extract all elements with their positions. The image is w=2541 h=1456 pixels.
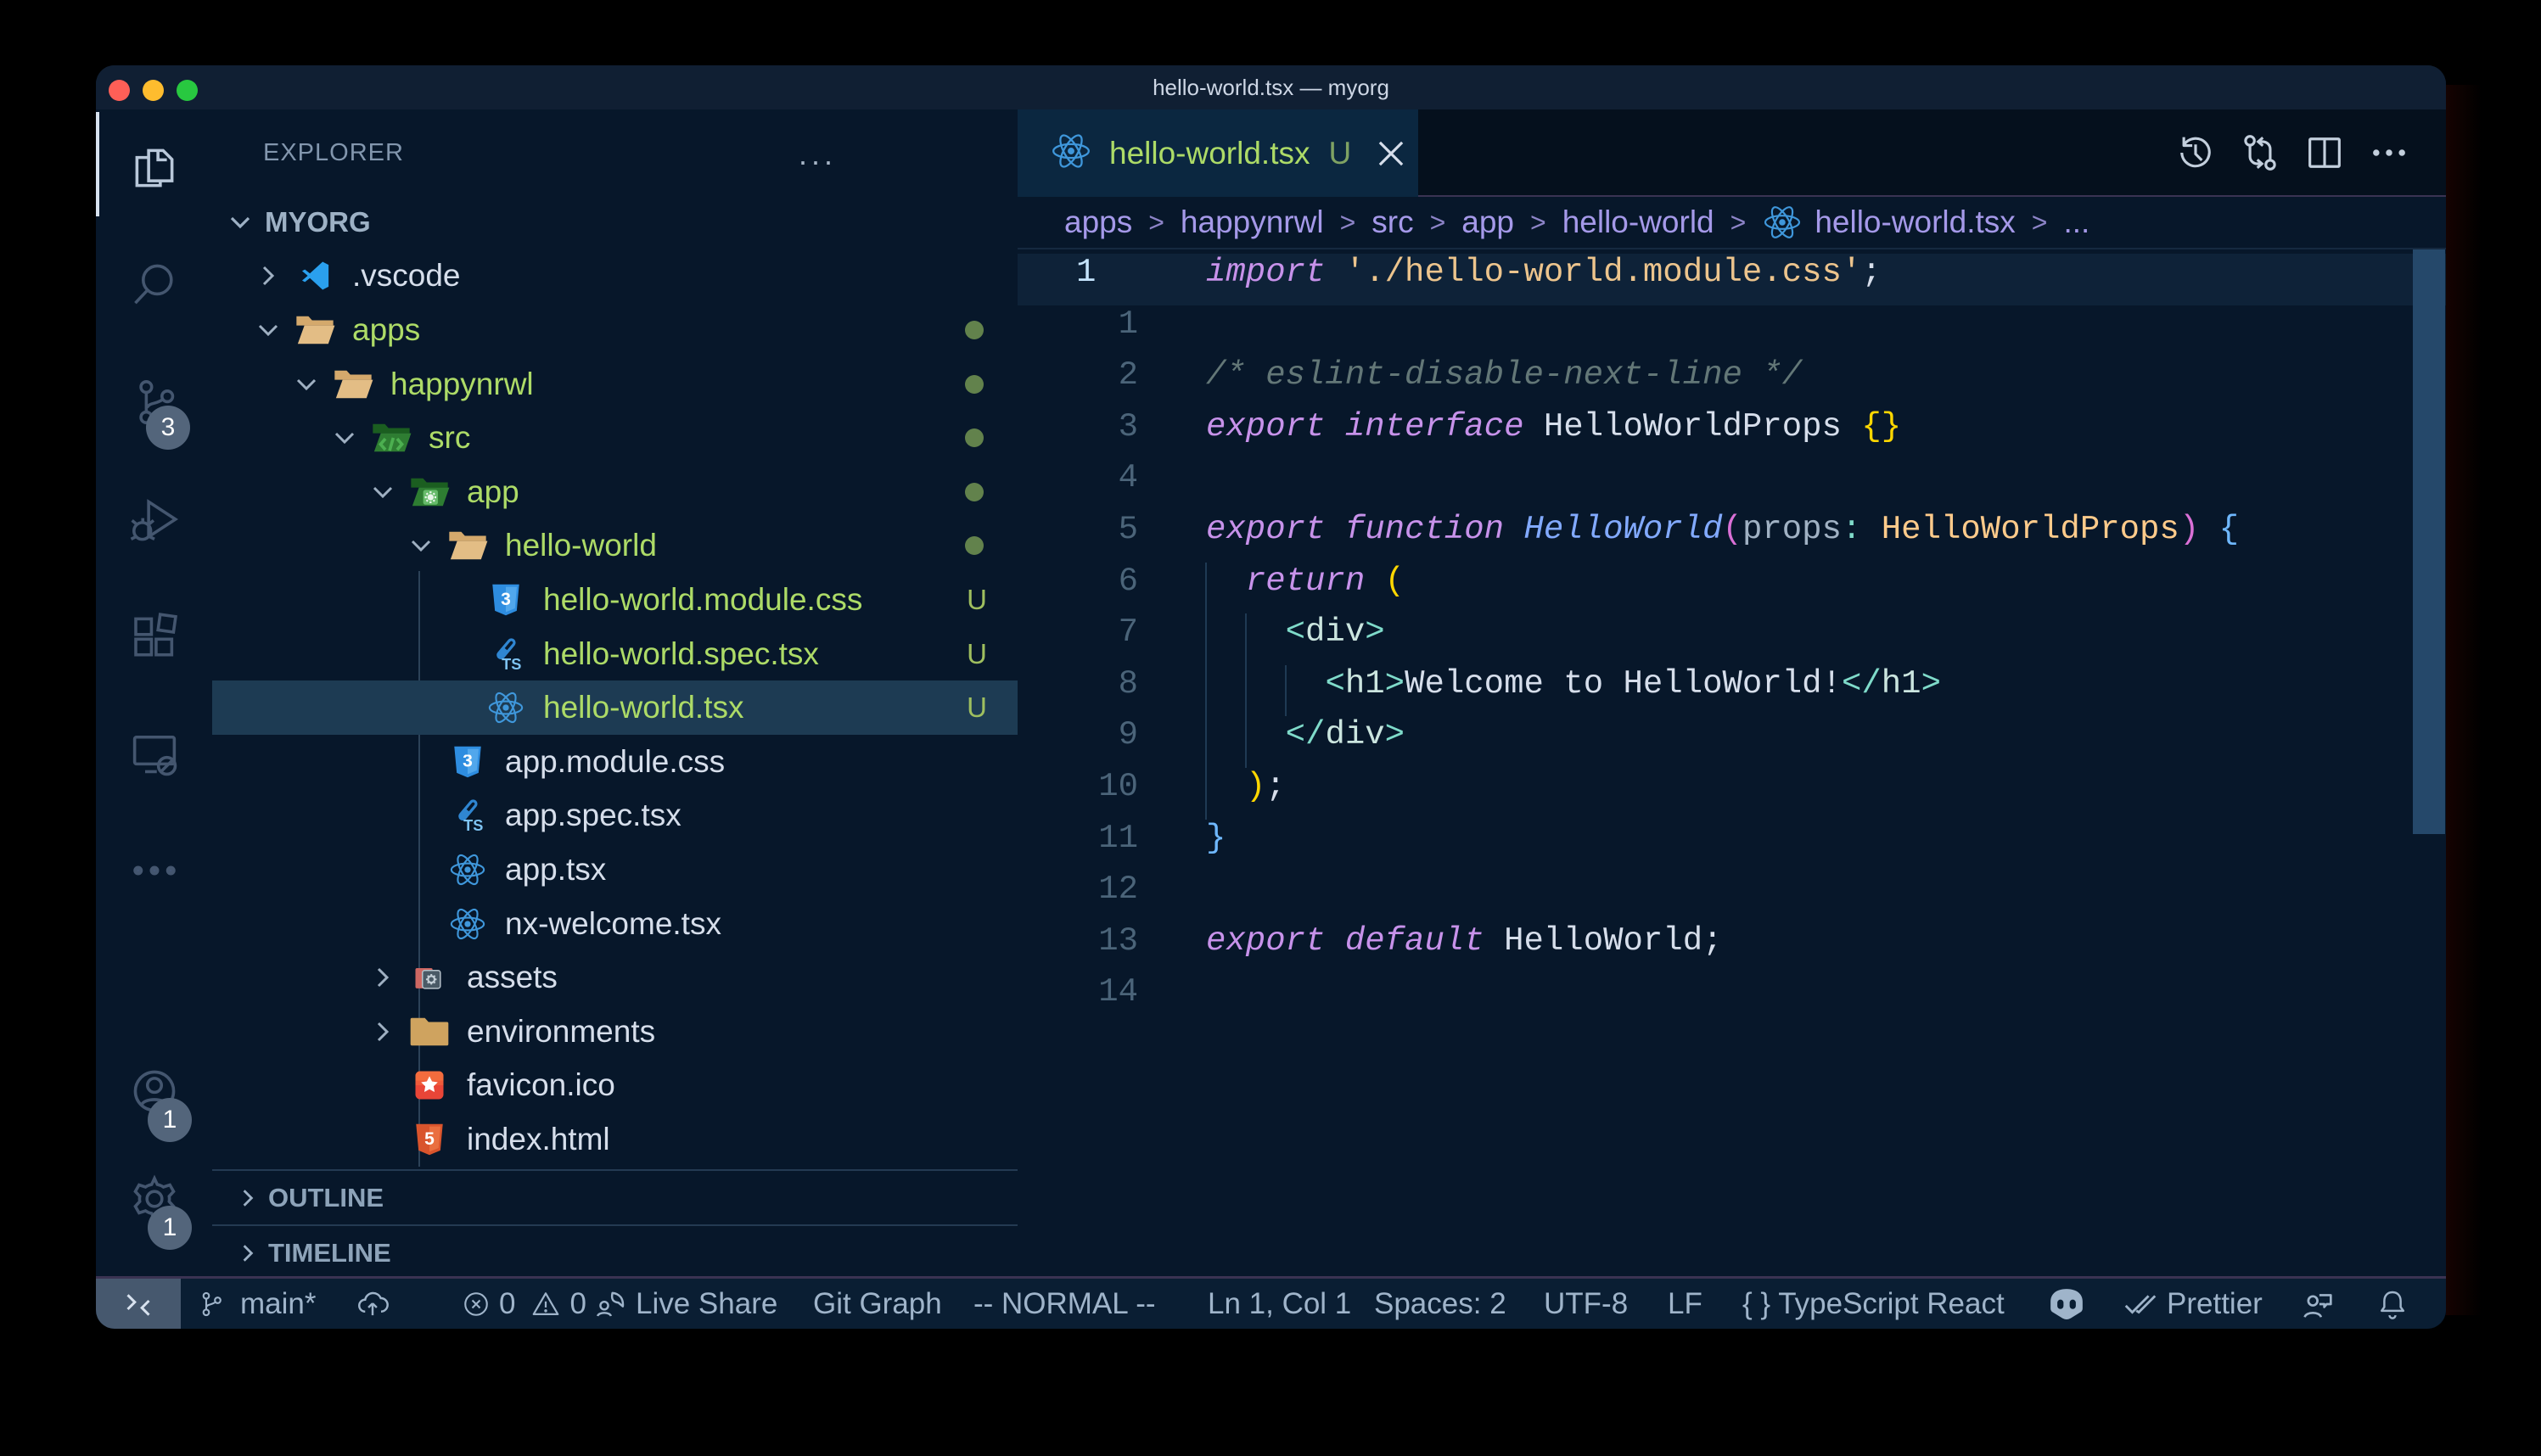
svg-text:3: 3 [463,751,473,770]
svg-text:3: 3 [501,590,511,609]
svg-text:TS: TS [463,818,483,835]
svg-text:5: 5 [424,1129,435,1149]
svg-text:TS: TS [502,656,521,673]
